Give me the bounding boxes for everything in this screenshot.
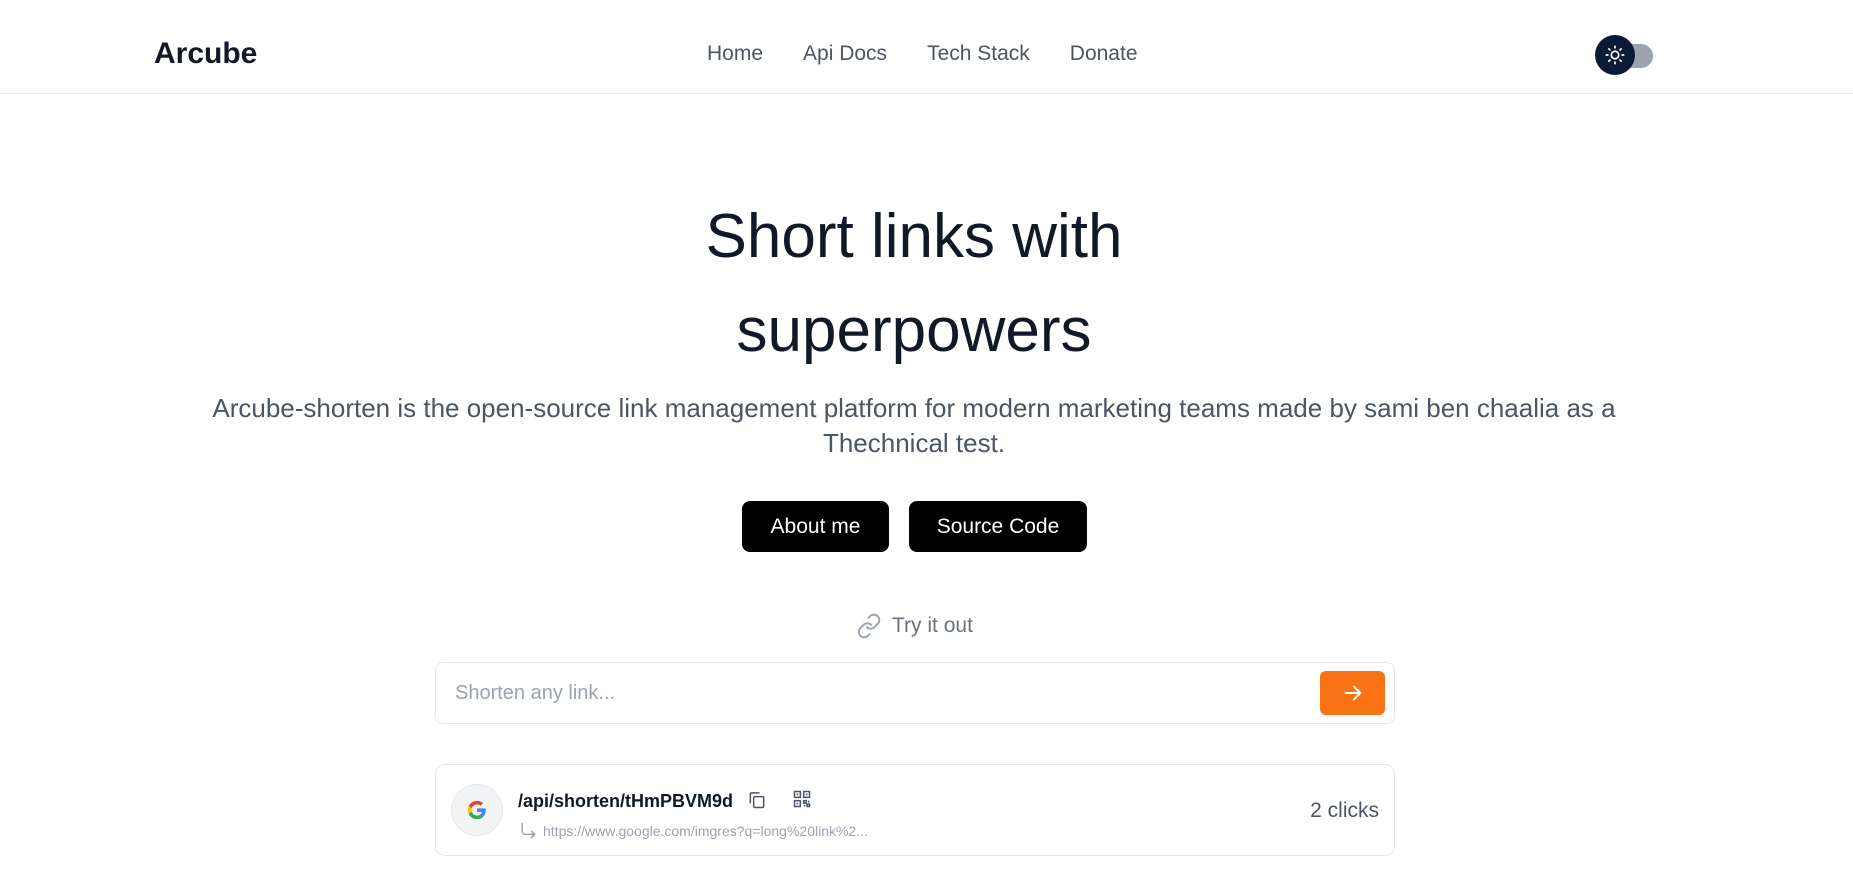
short-link-path[interactable]: /api/shorten/tHmPBVM9d: [518, 790, 733, 812]
shorten-form: [435, 662, 1395, 724]
hero-description: Arcube-shorten is the open-source link m…: [212, 393, 1616, 458]
nav-home-link[interactable]: Home: [707, 41, 763, 67]
source-code-button[interactable]: Source Code: [909, 501, 1087, 552]
click-count: 2 clicks: [1310, 799, 1379, 822]
hero-title-line2: superpowers: [736, 296, 1092, 365]
redirect-arrow-icon: [521, 822, 536, 839]
original-url-link[interactable]: https://www.google.com/imgres?q=long%20l…: [543, 823, 868, 840]
hero-title-line1: Short links with: [705, 202, 1123, 271]
nav-api-docs-link[interactable]: Api Docs: [803, 41, 887, 67]
nav-donate-link[interactable]: Donate: [1070, 41, 1138, 67]
try-it-out-label: Try it out: [856, 611, 973, 641]
theme-toggle[interactable]: [1595, 35, 1657, 75]
shortened-link-card: /api/shorten/tHmPBVM9d https://www.googl…: [435, 764, 1395, 856]
shorten-submit-button[interactable]: [1320, 671, 1385, 715]
copy-icon[interactable]: [745, 788, 769, 812]
toggle-knob: [1595, 35, 1635, 75]
link-icon: [857, 613, 881, 639]
arrow-right-icon: [1344, 685, 1361, 701]
about-me-button[interactable]: About me: [742, 501, 889, 552]
google-icon: [451, 784, 503, 836]
hero-title: Short links with superpowers: [0, 190, 1828, 378]
top-navbar: Arcube Home Api Docs Tech Stack Donate: [0, 0, 1853, 94]
brand-logo-text[interactable]: Arcube: [154, 36, 257, 72]
main-nav: Home Api Docs Tech Stack Donate: [707, 41, 1138, 67]
qr-code-icon[interactable]: [790, 787, 814, 811]
try-it-out-text: Try it out: [892, 614, 973, 637]
sun-icon: [1605, 45, 1625, 65]
nav-tech-stack-link[interactable]: Tech Stack: [927, 41, 1030, 67]
shorten-url-input[interactable]: [437, 664, 1297, 722]
